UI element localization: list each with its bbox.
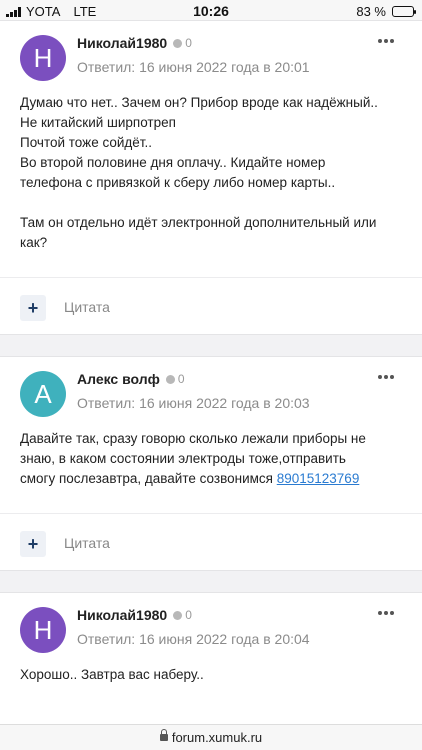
status-right: 83 % (356, 4, 416, 19)
more-options-icon[interactable] (378, 375, 394, 379)
reputation-badge: 0 (165, 372, 185, 386)
reputation-value: 0 (177, 372, 185, 386)
post: A Алекс волф 0 Ответил: 16 июня 2022 год… (0, 356, 422, 571)
plus-icon[interactable]: + (20, 295, 46, 321)
post-text-line: Не китайский ширпотреп (20, 115, 176, 130)
reputation-badge: 0 (173, 608, 192, 622)
post-header: H Николай1980 0 Ответил: 16 июня 2022 го… (0, 593, 422, 663)
post-date: Ответил: 16 июня 2022 года в 20:01 (77, 59, 310, 75)
author-name[interactable]: Алекс волф (77, 371, 160, 387)
post-text-line: смогу послезавтра, давайте созвонимся 89… (20, 469, 410, 489)
author-info: Николай1980 0 (77, 607, 192, 623)
post-text-line: Хорошо.. Завтра вас наберу.. (20, 667, 204, 682)
post-text-line: знаю, в каком состоянии электроды тоже,о… (20, 451, 346, 466)
quote-button[interactable]: Цитата (64, 299, 110, 315)
author-info: Алекс волф 0 (77, 371, 185, 387)
author-name[interactable]: Николай1980 (77, 607, 167, 623)
author-name[interactable]: Николай1980 (77, 35, 167, 51)
reputation-badge: 0 (173, 36, 192, 50)
reputation-value: 0 (185, 608, 192, 622)
avatar[interactable]: A (20, 371, 66, 417)
post: H Николай1980 0 Ответил: 16 июня 2022 го… (0, 592, 422, 742)
post-text-line: Там он отдельно идёт электронной дополни… (20, 215, 377, 230)
url-domain: forum.xumuk.ru (171, 730, 263, 745)
reputation-dot-icon (173, 38, 183, 48)
post-actions: + Цитата (0, 277, 422, 337)
post-header: H Николай1980 0 Ответил: 16 июня 2022 го… (0, 21, 422, 91)
post-text-segment: смогу послезавтра, давайте созвонимся (20, 471, 273, 486)
post-content: Думаю что нет.. Зачем он? Прибор вроде к… (20, 93, 410, 253)
avatar[interactable]: H (20, 607, 66, 653)
post-header: A Алекс волф 0 Ответил: 16 июня 2022 год… (0, 357, 422, 427)
post-actions: + Цитата (0, 513, 422, 573)
status-bar: YOTA LTE 10:26 83 % (0, 0, 422, 22)
post-text-line: Во второй половине дня оплачу.. Кидайте … (20, 155, 326, 170)
post-date: Ответил: 16 июня 2022 года в 20:04 (77, 631, 310, 647)
post-text-line: Думаю что нет.. Зачем он? Прибор вроде к… (20, 95, 378, 110)
post-content: Давайте так, сразу говорю сколько лежали… (20, 429, 410, 489)
battery-icon (392, 6, 416, 17)
battery-percent: 83 % (356, 4, 386, 19)
post: H Николай1980 0 Ответил: 16 июня 2022 го… (0, 20, 422, 335)
more-options-icon[interactable] (378, 611, 394, 615)
reputation-dot-icon (173, 610, 183, 620)
post-date: Ответил: 16 июня 2022 года в 20:03 (77, 395, 310, 411)
post-text-line: как? (20, 235, 48, 250)
lock-icon (159, 729, 168, 742)
author-info: Николай1980 0 (77, 35, 192, 51)
reputation-value: 0 (185, 36, 192, 50)
plus-icon[interactable]: + (20, 531, 46, 557)
post-text-line: телефона с привязкой к сберу либо номер … (20, 175, 336, 190)
phone-link[interactable]: 89015123769 (277, 471, 360, 486)
reputation-dot-icon (165, 374, 175, 384)
quote-button[interactable]: Цитата (64, 535, 110, 551)
post-content: Хорошо.. Завтра вас наберу.. (20, 665, 410, 685)
post-text-line: Почтой тоже сойдёт.. (20, 135, 152, 150)
post-text-line: Давайте так, сразу говорю сколько лежали… (20, 431, 366, 446)
more-options-icon[interactable] (378, 39, 394, 43)
avatar[interactable]: H (20, 35, 66, 81)
url-bar[interactable]: forum.xumuk.ru (0, 724, 422, 750)
